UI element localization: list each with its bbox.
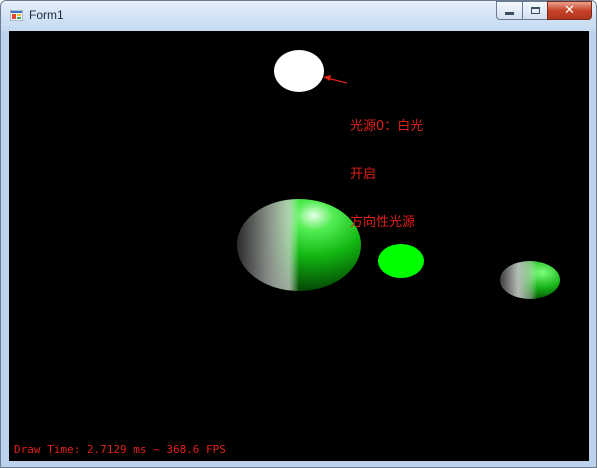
scene-canvas — [237, 50, 560, 299]
large-lit-sphere — [237, 199, 361, 291]
small-lit-sphere — [500, 261, 560, 299]
fps-status-text: Draw Time: 2.7129 ms ~ 368.6 FPS — [14, 443, 226, 456]
maximize-button[interactable] — [522, 1, 547, 20]
light-annotation: 光源0：白光 开启 方向性光源 — [350, 87, 423, 263]
app-window: Form1 ✕ 光源0：白光 开启 方向性光源 Draw Time: 2.712… — [0, 0, 597, 468]
app-icon[interactable] — [10, 10, 23, 21]
annotation-line-1: 光源0：白光 — [350, 119, 424, 134]
annotation-line-3: 方向性光源 — [350, 215, 416, 230]
annotation-line-2: 开启 — [350, 167, 377, 182]
annotation-arrow-head — [323, 75, 331, 81]
close-button[interactable]: ✕ — [547, 1, 592, 20]
window-title: Form1 — [29, 8, 64, 22]
title-bar[interactable]: Form1 ✕ — [1, 1, 596, 30]
light-source-sphere — [274, 50, 324, 92]
caption-buttons: ✕ — [496, 1, 592, 21]
maximize-icon — [530, 7, 540, 14]
render-viewport[interactable]: 光源0：白光 开启 方向性光源 Draw Time: 2.7129 ms ~ 3… — [9, 31, 589, 461]
minimize-icon — [505, 12, 514, 15]
minimize-button[interactable] — [496, 1, 522, 20]
close-icon: ✕ — [564, 3, 575, 18]
